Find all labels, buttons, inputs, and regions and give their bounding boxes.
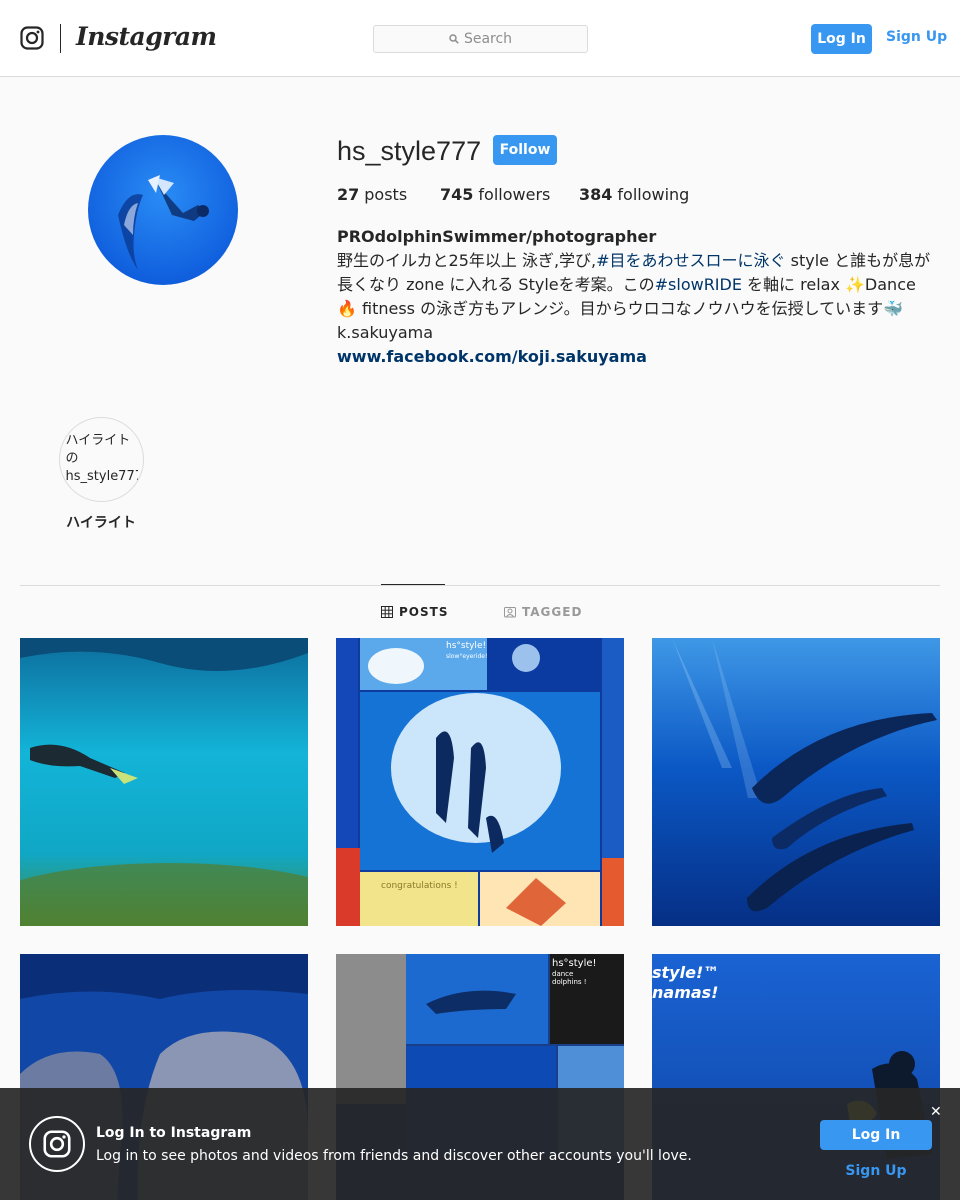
close-icon[interactable]: ✕ (930, 1105, 942, 1119)
avatar (88, 135, 238, 285)
post-thumbnail[interactable] (20, 638, 308, 926)
grid-icon (381, 606, 393, 618)
nav-divider (60, 24, 61, 53)
followers-count[interactable]: 745 followers (440, 185, 579, 204)
login-button[interactable]: Log In (811, 24, 872, 54)
post-caption-text: congratulations ! (381, 881, 458, 891)
story-highlight[interactable]: ハイライトのhs_style777's profile picture (59, 417, 144, 502)
followers-count-label: followers (478, 185, 551, 204)
tabs-divider (20, 585, 940, 586)
post-caption-text: style!™ (652, 963, 719, 982)
active-tab-indicator (381, 584, 445, 585)
posts-count-label: posts (364, 185, 408, 204)
banner-description: Log in to see photos and videos from fri… (96, 1148, 692, 1164)
profile-full-name: PROdolphinSwimmer/photographer (337, 227, 657, 246)
post-caption-text: hs°style! (446, 641, 486, 651)
top-navigation: Instagram Search Log In Sign Up (0, 0, 960, 77)
signup-link[interactable]: Sign Up (886, 29, 947, 45)
profile-bio: PROdolphinSwimmer/photographer 野生のイルカと25… (337, 225, 937, 369)
tagged-user-icon (504, 607, 516, 618)
instagram-logo-icon[interactable] (20, 26, 44, 50)
highlight-broken-image: ハイライトのhs_style777's profile picture (65, 432, 138, 488)
posts-count: 27 posts (337, 185, 440, 204)
banner-login-button[interactable]: Log In (820, 1120, 932, 1150)
following-count[interactable]: 384 following (579, 185, 689, 204)
instagram-wordmark[interactable]: Instagram (76, 22, 217, 51)
profile-stats: 27 posts 745 followers 384 following (337, 185, 689, 204)
post-caption-text: dolphins ! (552, 978, 587, 986)
banner-title: Log In to Instagram (96, 1125, 252, 1141)
post-thumbnail[interactable] (652, 638, 940, 926)
posts-count-value: 27 (337, 185, 360, 204)
highlight-label[interactable]: ハイライト (40, 512, 162, 532)
bio-website-link[interactable]: www.facebook.com/koji.sakuyama (337, 345, 937, 369)
search-input[interactable]: Search (373, 25, 588, 53)
search-placeholder: Search (463, 31, 513, 47)
bio-text-1: 野生のイルカと25年以上 泳ぎ,学び, (337, 251, 597, 270)
post-caption-text: hs°style! (552, 958, 597, 969)
instagram-logo-icon (29, 1116, 85, 1172)
search-icon (449, 34, 459, 44)
tab-tagged-label: TAGGED (522, 605, 583, 619)
post-caption-text: dance (552, 970, 573, 978)
bio-hashtag-1[interactable]: #目をあわせスローに泳ぐ (596, 251, 785, 270)
tab-posts-label: POSTS (399, 605, 449, 619)
tab-posts[interactable]: POSTS (381, 605, 448, 619)
profile-username: hs_style777 (337, 136, 482, 166)
following-count-value: 384 (579, 185, 613, 204)
banner-signup-link[interactable]: Sign Up (820, 1163, 932, 1179)
follow-button[interactable]: Follow (493, 135, 557, 165)
post-caption-text: slow°eyeride! (446, 653, 487, 660)
followers-count-value: 745 (440, 185, 474, 204)
bio-hashtag-2[interactable]: #slowRIDE (655, 275, 742, 294)
tab-tagged[interactable]: TAGGED (504, 605, 582, 619)
login-prompt-banner: Log In to Instagram Log in to see photos… (0, 1088, 960, 1200)
post-caption-text: namas! (652, 983, 718, 1002)
post-thumbnail[interactable]: hs°style! slow°eyeride! congratulations … (336, 638, 624, 926)
bio-text-4: k.sakuyama (337, 323, 434, 342)
following-count-label: following (617, 185, 690, 204)
